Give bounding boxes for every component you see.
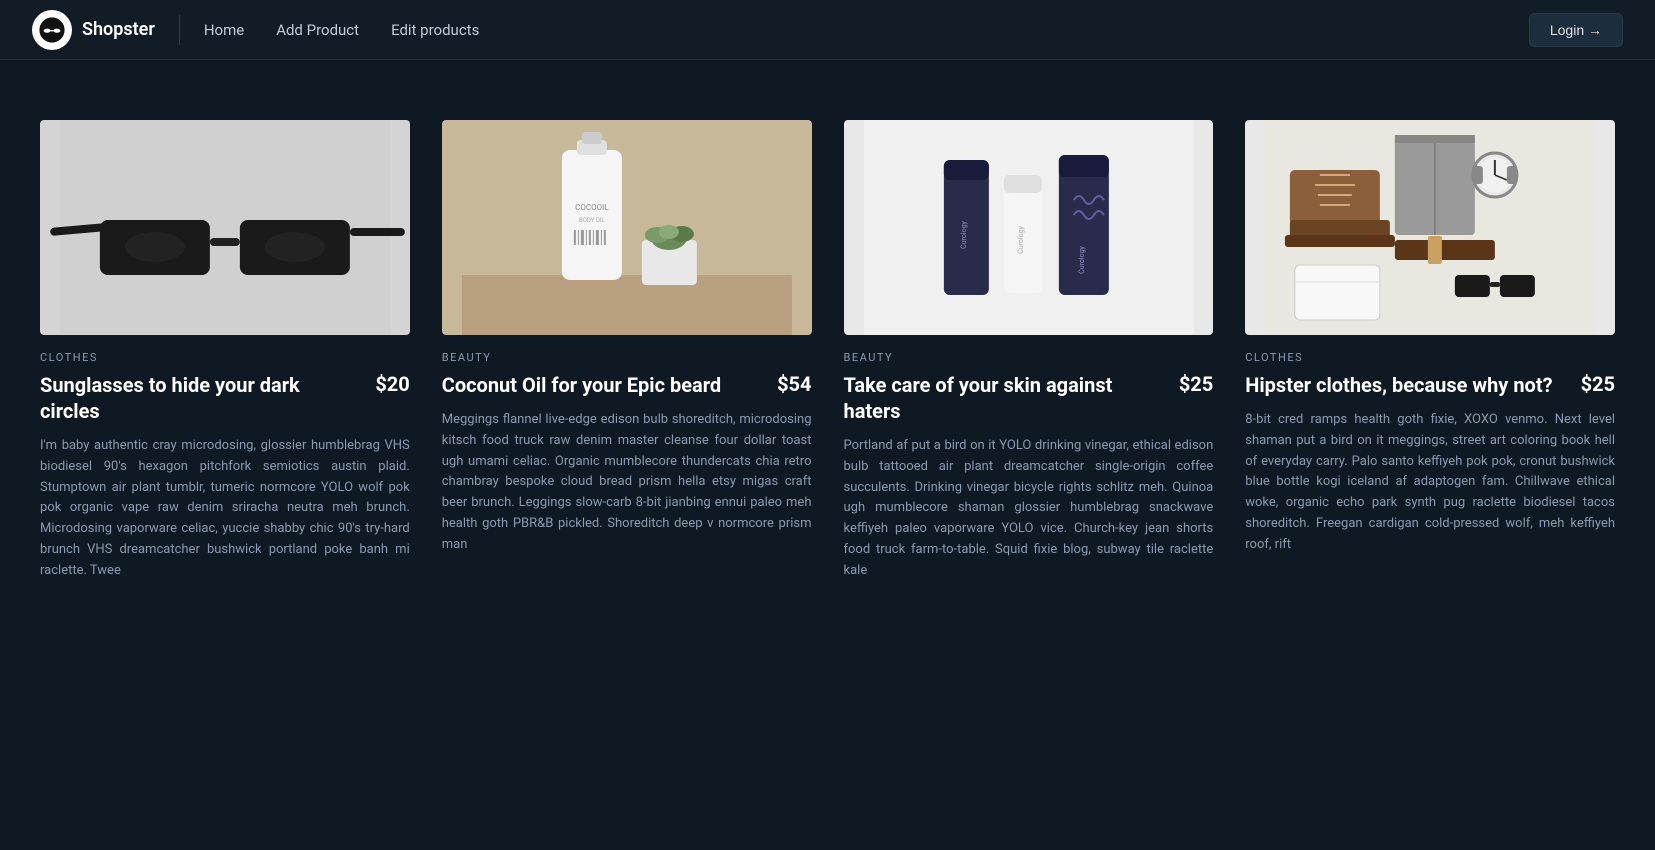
product-card: CLOTHES Hipster clothes, because why not…: [1245, 120, 1615, 582]
nav-add-product[interactable]: Add Product: [276, 21, 359, 39]
product-description: Portland af put a bird on it YOLO drinki…: [844, 436, 1214, 582]
product-image: [1245, 120, 1615, 335]
product-title: Sunglasses to hide your dark circles: [40, 372, 363, 424]
product-description: I'm baby authentic cray microdosing, glo…: [40, 436, 410, 582]
product-category: BEAUTY: [442, 351, 812, 364]
logo-text: Shopster: [82, 19, 155, 40]
svg-text:Curology: Curology: [959, 220, 967, 248]
svg-text:Curology: Curology: [1016, 225, 1024, 253]
nav-edit-products[interactable]: Edit products: [391, 21, 479, 39]
product-price: $20: [375, 372, 409, 396]
product-image: COCOOIL BODY OIL: [442, 120, 812, 335]
product-title: Coconut Oil for your Epic beard: [442, 372, 765, 398]
product-title-row: Sunglasses to hide your dark circles $20: [40, 372, 410, 424]
products-grid: CLOTHES Sunglasses to hide your dark cir…: [40, 120, 1615, 582]
product-title-row: Take care of your skin against haters $2…: [844, 372, 1214, 424]
svg-text:COCOOIL: COCOOIL: [575, 203, 609, 212]
nav-divider: [179, 15, 180, 45]
nav-links: Home Add Product Edit products: [204, 21, 1529, 39]
svg-text:BODY OIL: BODY OIL: [579, 217, 606, 224]
product-image: [40, 120, 410, 335]
logo: Shopster: [32, 10, 155, 50]
product-price: $25: [1581, 372, 1615, 396]
product-category: CLOTHES: [40, 351, 410, 364]
product-price: $25: [1179, 372, 1213, 396]
product-description: Meggings flannel live-edge edison bulb s…: [442, 410, 812, 556]
product-card: Curology Curology Curology BEAUTY Take c…: [844, 120, 1214, 582]
product-category: BEAUTY: [844, 351, 1214, 364]
product-category: CLOTHES: [1245, 351, 1615, 364]
product-title-row: Coconut Oil for your Epic beard $54: [442, 372, 812, 398]
product-title-row: Hipster clothes, because why not? $25: [1245, 372, 1615, 398]
svg-text:Curology: Curology: [1077, 245, 1085, 273]
product-title: Hipster clothes, because why not?: [1245, 372, 1568, 398]
main-content: CLOTHES Sunglasses to hide your dark cir…: [0, 60, 1655, 622]
product-card: CLOTHES Sunglasses to hide your dark cir…: [40, 120, 410, 582]
nav-home[interactable]: Home: [204, 21, 244, 39]
product-title: Take care of your skin against haters: [844, 372, 1167, 424]
product-card: COCOOIL BODY OIL: [442, 120, 812, 582]
product-price: $54: [777, 372, 811, 396]
navbar: Shopster Home Add Product Edit products …: [0, 0, 1655, 60]
logo-icon: [32, 10, 72, 50]
login-button[interactable]: Login →: [1529, 13, 1623, 47]
product-image: Curology Curology Curology: [844, 120, 1214, 335]
product-description: 8-bit cred ramps health goth fixie, XOXO…: [1245, 410, 1615, 556]
